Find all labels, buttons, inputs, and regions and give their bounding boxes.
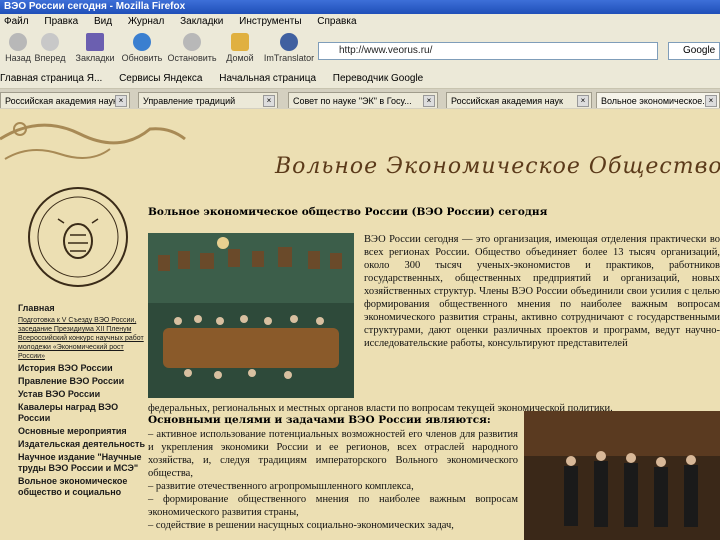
address-url: http://www.veorus.ru/ — [339, 45, 433, 56]
reception-photo — [524, 411, 720, 540]
bookmark-yandex-services[interactable]: Сервисы Яндекса — [119, 73, 202, 84]
tab-4[interactable]: Российская академия наук × — [446, 92, 592, 108]
goal-item: – активное использование потенциальных в… — [148, 429, 518, 479]
tab-1[interactable]: Российская академия наук × — [0, 92, 130, 108]
stop-icon — [183, 33, 201, 51]
menu-history[interactable]: Журнал — [128, 16, 165, 27]
back-arrow-icon — [9, 33, 27, 51]
goal-item: – содействие в решении насущных социальн… — [148, 520, 454, 531]
refresh-button[interactable]: Обновить — [118, 33, 166, 63]
stop-button[interactable]: Остановить — [166, 33, 218, 63]
goal-item: – развитие отечественного агропромышленн… — [148, 481, 414, 492]
sidebar-item-history[interactable]: История ВЭО России — [18, 363, 148, 374]
page-title: Вольное экономическое общество России (В… — [148, 206, 548, 218]
forward-button[interactable]: Вперед — [34, 33, 66, 63]
sidebar-item-events[interactable]: Основные мероприятия — [18, 426, 148, 437]
bookmark-start-page[interactable]: Начальная страница — [219, 73, 316, 84]
menu-help[interactable]: Справка — [317, 16, 356, 27]
tab-3[interactable]: Совет по науке "ЭК" в Госу... × — [288, 92, 438, 108]
sidebar-item-news[interactable]: Подготовка к V Съезду ВЭО России, заседа… — [18, 316, 148, 361]
back-button[interactable]: Назад — [2, 33, 34, 63]
goals-heading: Основными целями и задачами ВЭО России я… — [148, 414, 491, 426]
window-title: ВЭО России сегодня - Mozilla Firefox — [4, 1, 186, 12]
star-icon — [86, 33, 104, 51]
sidebar-nav: Главная Подготовка к V Съезду ВЭО России… — [18, 303, 148, 500]
menu-tools[interactable]: Инструменты — [239, 16, 301, 27]
home-button[interactable]: Домой — [222, 33, 258, 63]
sidebar-item-social[interactable]: Вольное экономическое общество и социаль… — [18, 476, 148, 498]
menu-bar: Файл Правка Вид Журнал Закладки Инструме… — [0, 14, 720, 30]
bookmark-google-translate[interactable]: Переводчик Google — [333, 73, 423, 84]
close-tab-icon[interactable]: × — [263, 95, 275, 107]
sidebar-item-publishing[interactable]: Издательская деятельность — [18, 439, 148, 450]
bookmarks-button[interactable]: Закладки — [72, 33, 118, 63]
sidebar-item-scientific-works[interactable]: Научное издание "Научные труды ВЭО Росси… — [18, 452, 148, 474]
menu-file[interactable]: Файл — [4, 16, 29, 27]
society-headline: Вольное Экономическое Общество России — [275, 154, 720, 179]
search-engine-label: Google — [683, 45, 716, 56]
goals-list: – активное использование потенциальных в… — [148, 428, 518, 532]
ornament-decoration — [0, 122, 186, 160]
tab-2[interactable]: Управление традиций × — [138, 92, 278, 108]
menu-view[interactable]: Вид — [94, 16, 112, 27]
tab-5-active[interactable]: Вольное экономическое... × — [596, 92, 720, 108]
page-content: Вольное Экономическое Общество России Гл… — [0, 109, 720, 540]
home-icon — [231, 33, 249, 51]
sidebar-item-board[interactable]: Правление ВЭО России — [18, 376, 148, 387]
window-title-bar: ВЭО России сегодня - Mozilla Firefox — [0, 0, 720, 14]
sidebar-item-awards[interactable]: Кавалеры наград ВЭО России — [18, 402, 148, 424]
address-bar[interactable]: http://www.veorus.ru/ — [318, 42, 658, 60]
bookmark-yandex-main[interactable]: Главная страница Я... — [0, 73, 102, 84]
close-tab-icon[interactable]: × — [423, 95, 435, 107]
forward-arrow-icon — [41, 33, 59, 51]
sidebar-item-charter[interactable]: Устав ВЭО России — [18, 389, 148, 400]
close-tab-icon[interactable]: × — [705, 95, 717, 107]
bookmarks-toolbar: Главная страница Я... Сервисы Яндекса На… — [0, 70, 720, 89]
translator-icon — [280, 33, 298, 51]
veo-emblem-logo — [28, 187, 128, 287]
search-box[interactable]: Google — [668, 42, 720, 60]
menu-bookmarks[interactable]: Закладки — [180, 16, 223, 27]
intro-paragraph: ВЭО России сегодня — это организация, им… — [364, 234, 720, 349]
meeting-hall-photo — [148, 233, 354, 398]
menu-edit[interactable]: Правка — [44, 16, 78, 27]
close-tab-icon[interactable]: × — [577, 95, 589, 107]
sidebar-item-home[interactable]: Главная — [18, 303, 148, 314]
tab-strip: Российская академия наук × Управление тра… — [0, 89, 720, 109]
refresh-icon — [133, 33, 151, 51]
close-tab-icon[interactable]: × — [115, 95, 127, 107]
goal-item: – формирование общественного мнения по н… — [148, 494, 518, 518]
imtranslator-button[interactable]: ImTranslator — [262, 33, 316, 63]
